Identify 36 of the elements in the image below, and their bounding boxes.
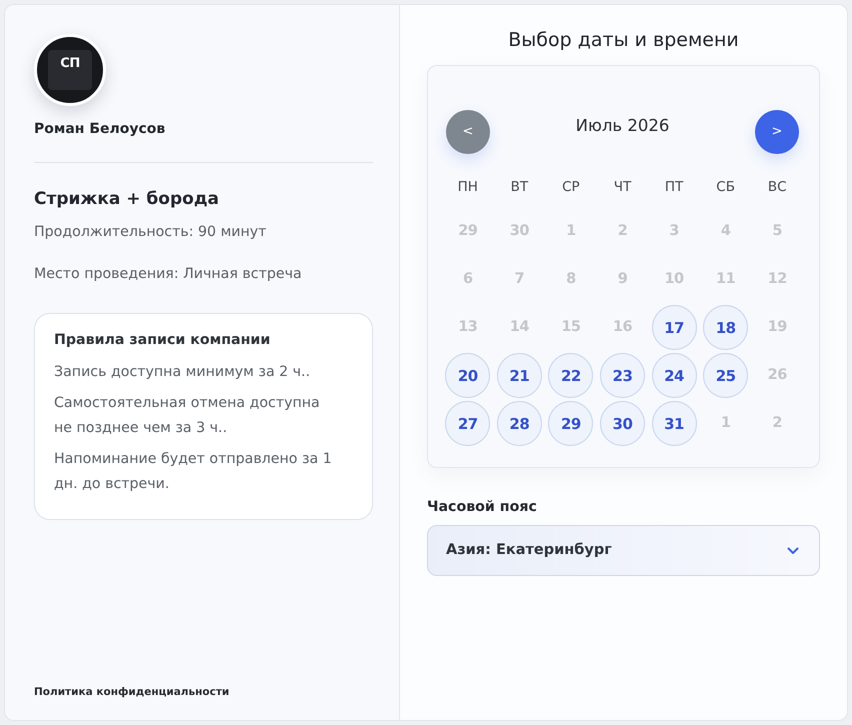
specialist-name: Роман Белоусов	[34, 120, 166, 139]
weekday-label: ВТ	[510, 178, 530, 197]
chevron-down-icon	[787, 546, 799, 555]
day-button[interactable]: 20	[445, 353, 490, 398]
day-button[interactable]: 25	[703, 353, 748, 398]
day-button[interactable]: 24	[652, 353, 697, 398]
day-button[interactable]: 30	[600, 401, 645, 446]
day-button[interactable]: 21	[496, 353, 542, 398]
weekday-label: ВС	[766, 178, 788, 197]
day-button[interactable]: 22	[548, 353, 594, 398]
weekday-label: ПН	[456, 178, 479, 197]
logo-text: СП	[48, 50, 92, 90]
day-button[interactable]: 23	[600, 353, 645, 398]
timezone-label: Часовой пояс	[427, 498, 538, 517]
weekday-label: СР	[561, 178, 581, 197]
section-title: Выбор даты и времени	[507, 29, 740, 52]
day-button[interactable]: 18	[703, 305, 748, 350]
weekday-label: ПТ	[664, 178, 684, 197]
service-detail: Место проведения: Личная встреча	[34, 265, 303, 284]
weekday-label: ЧТ	[612, 178, 632, 197]
next-month-button[interactable]: >	[755, 110, 799, 154]
day-button[interactable]: 29	[548, 401, 594, 446]
rule-text: Запись доступна минимум за 2 ч..	[54, 362, 312, 382]
day-button[interactable]: 28	[496, 401, 542, 446]
day-button[interactable]: 17	[652, 305, 697, 350]
month-label: Июль 2026	[576, 115, 670, 138]
rules-title: Правила записи компании	[54, 331, 272, 350]
service-title: Стрижка + борода	[34, 189, 220, 210]
rule-text: Самостоятельная отмена доступна не позднее чем за 3 ч..	[54, 394, 321, 438]
timezone-select[interactable]: Азия: Екатеринбург	[427, 525, 820, 576]
service-detail: Продолжительность: 90 минут	[34, 223, 268, 242]
weekday-label: СБ	[715, 178, 736, 197]
day-button[interactable]: 31	[652, 401, 697, 446]
day-button[interactable]: 27	[445, 401, 490, 446]
privacy-link[interactable]: Политика конфиденциальности	[34, 686, 230, 698]
rule-text: Напоминание будет отправлено за 1 дн. до встречи.	[54, 450, 333, 494]
